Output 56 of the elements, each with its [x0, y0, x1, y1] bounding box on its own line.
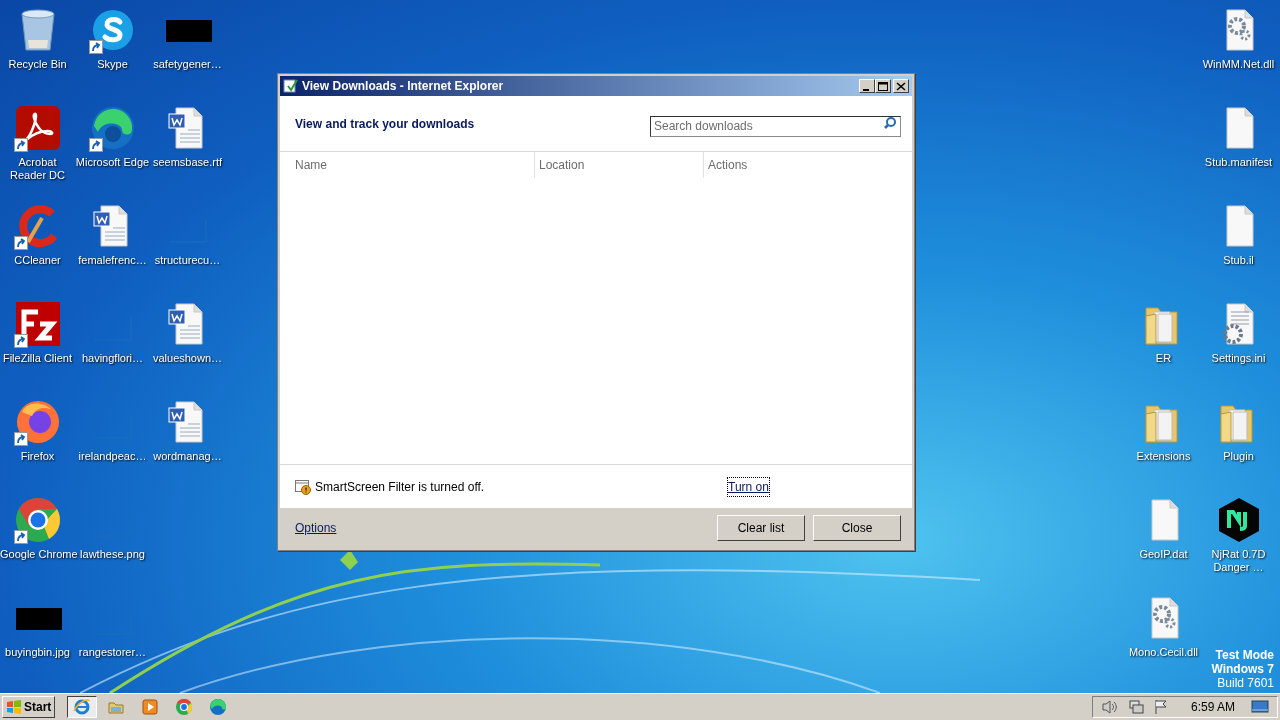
window-title: View Downloads - Internet Explorer — [302, 78, 505, 95]
turn-on-link[interactable]: Turn on — [728, 477, 769, 496]
column-header[interactable]: Location — [539, 156, 585, 174]
dialog-button[interactable]: Close — [813, 515, 901, 541]
dialog-heading: View and track your downloads — [295, 115, 475, 133]
icon-label[interactable]: Settings.ini — [1201, 352, 1276, 365]
windows-logo-icon — [6, 700, 22, 714]
icon-label[interactable]: FileZilla Client — [0, 352, 75, 365]
icon-label[interactable]: havingflori… — [75, 352, 150, 365]
ie-icon[interactable] — [67, 696, 98, 718]
icon-label[interactable]: rangestorer… — [75, 646, 150, 659]
shield-warning-icon — [295, 478, 312, 495]
column-header[interactable]: Actions — [708, 156, 748, 174]
icon-label[interactable]: structurecu… — [150, 254, 225, 267]
icon-label[interactable]: Plugin — [1201, 450, 1276, 463]
icon-label[interactable]: CCleaner — [0, 254, 75, 267]
icon-label[interactable]: buyingbin.jpg — [0, 646, 75, 659]
icon-label[interactable]: valueshown… — [150, 352, 225, 365]
close-icon[interactable] — [893, 79, 909, 93]
clock[interactable]: 6:59 AM — [1190, 698, 1235, 716]
search-icon[interactable] — [883, 116, 897, 130]
icon-label[interactable]: femalefrenc… — [75, 254, 150, 267]
icon-label[interactable]: Acrobat Reader DC — [0, 156, 75, 182]
system-text: Build 7601 — [1217, 676, 1274, 690]
icon-label[interactable]: Google Chrome — [0, 548, 75, 561]
pdf-icon[interactable] — [13, 104, 62, 152]
column-header[interactable]: Name — [295, 156, 327, 174]
icon-label[interactable]: Stub.manifest — [1201, 156, 1276, 169]
filezilla-icon[interactable] — [13, 300, 62, 348]
start-button[interactable]: Start — [2, 696, 56, 718]
system-text: Test Mode — [1215, 648, 1274, 662]
options-link[interactable]: Options — [295, 519, 717, 537]
icon-label[interactable]: NjRat 0.7D Danger … — [1201, 548, 1276, 574]
icon-label[interactable]: Mono.Cecil.dll — [1126, 646, 1201, 659]
icon-label[interactable]: Stub.il — [1201, 254, 1276, 267]
icon-label[interactable]: Microsoft Edge — [75, 156, 150, 169]
speaker-icon[interactable] — [1100, 698, 1119, 716]
maximize-icon[interactable] — [875, 79, 891, 93]
minimize-icon[interactable] — [859, 79, 875, 93]
show-desktop-icon[interactable] — [1251, 699, 1269, 715]
notice-text: SmartScreen Filter is turned off. — [315, 478, 486, 496]
dialog-button[interactable]: Clear list — [717, 515, 805, 541]
icon-label[interactable]: ER — [1126, 352, 1201, 365]
icon-label[interactable]: irelandpeac… — [75, 450, 150, 463]
chrome-icon[interactable] — [13, 496, 62, 544]
icon-label[interactable]: Firefox — [0, 450, 75, 463]
icon-label[interactable]: Recycle Bin — [0, 58, 75, 71]
network-icon[interactable] — [1126, 698, 1145, 716]
icon-label[interactable]: Skype — [75, 58, 150, 71]
system-text: Windows 7 — [1211, 662, 1274, 676]
icon-label[interactable]: seemsbase.rtf — [150, 156, 225, 169]
icon-label[interactable]: WinMM.Net.dll — [1201, 58, 1276, 71]
download-icon — [283, 78, 299, 94]
icon-label[interactable]: wordmanag… — [150, 450, 225, 463]
icon-label[interactable]: safetygener… — [150, 58, 225, 71]
search-field[interactable]: Search downloads — [650, 115, 901, 137]
